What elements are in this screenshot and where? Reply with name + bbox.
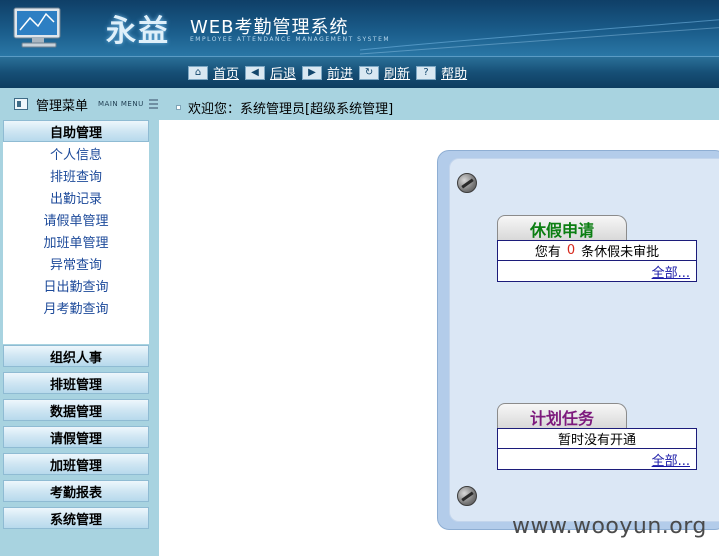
section-reports[interactable]: 考勤报表 [3, 480, 149, 502]
sidebar-title: 管理菜单 [36, 98, 89, 114]
plan-message-row: 暂时没有开通 [498, 429, 696, 449]
menu-icon [14, 98, 28, 110]
app-header: 永益 WEB考勤管理系统 EMPLOYEE ATTENDANCE MANAGEM… [0, 0, 719, 56]
sidebar-subtitle: MAIN MENU [98, 100, 144, 108]
arrow-right-icon: ▶ [302, 65, 323, 80]
leave-request-tab[interactable]: 休假申请 [497, 215, 627, 241]
submenu-item[interactable]: 出勤记录 [3, 189, 149, 211]
leave-request-box: 您有 0 条休假未审批 全部... [497, 240, 697, 282]
section-self-service[interactable]: 自助管理 [3, 120, 149, 142]
welcome-text: 欢迎您：系统管理员[超级系统管理] [188, 102, 394, 117]
submenu-item[interactable]: 月考勤查询 [3, 299, 149, 321]
leave-pending-count: 0 [566, 243, 576, 258]
section-data[interactable]: 数据管理 [3, 399, 149, 421]
plan-task-box: 暂时没有开通 全部... [497, 428, 697, 470]
screw-icon [457, 173, 477, 193]
watermark: www.wooyun.org [512, 514, 707, 539]
submenu-item[interactable]: 排班查询 [3, 167, 149, 189]
plan-view-all-link[interactable]: 全部... [652, 450, 690, 469]
sidebar-header: 管理菜单 MAIN MENU [0, 88, 159, 120]
leave-prefix: 您有 [534, 245, 561, 260]
section-scheduling[interactable]: 排班管理 [3, 372, 149, 394]
header-decoration [360, 19, 719, 55]
section-leave[interactable]: 请假管理 [3, 426, 149, 448]
self-service-submenu: 个人信息 排班查询 出勤记录 请假单管理 加班单管理 异常查询 日出勤查询 月考… [3, 142, 149, 344]
plan-task-tab[interactable]: 计划任务 [497, 403, 627, 429]
home-icon: ⌂ [188, 65, 208, 80]
leave-pending-row: 您有 0 条休假未审批 [498, 241, 696, 261]
leave-view-all-link[interactable]: 全部... [652, 262, 690, 281]
bullet-icon [176, 105, 181, 110]
help-link[interactable]: ? 帮助 [416, 63, 467, 82]
collapse-toggle-icon[interactable] [149, 99, 158, 109]
left-sidebar: 管理菜单 MAIN MENU 自助管理 个人信息 排班查询 出勤记录 请假单管理… [0, 88, 159, 556]
plan-message: 暂时没有开通 [557, 433, 636, 448]
section-system[interactable]: 系统管理 [3, 507, 149, 529]
submenu-item[interactable]: 个人信息 [3, 145, 149, 167]
plan-more-row: 全部... [498, 449, 696, 469]
help-icon: ? [416, 65, 437, 80]
section-organization[interactable]: 组织人事 [3, 345, 149, 367]
welcome-message: 欢迎您：系统管理员[超级系统管理] [176, 98, 393, 117]
arrow-left-icon: ◀ [245, 65, 266, 80]
top-navigation-bar: ⌂ 首页 ◀ 后退 ▶ 前进 ↻ 刷新 ? 帮助 [0, 56, 719, 88]
leave-more-row: 全部... [498, 261, 696, 281]
monitor-logo-icon [13, 7, 61, 48]
refresh-icon: ↻ [359, 65, 380, 80]
expanded-menu-section: 自助管理 个人信息 排班查询 出勤记录 请假单管理 加班单管理 异常查询 日出勤… [3, 120, 149, 344]
refresh-link[interactable]: ↻ 刷新 [359, 63, 410, 82]
submenu-item[interactable]: 异常查询 [3, 255, 149, 277]
brand-logo: 永益 [106, 14, 170, 49]
home-link[interactable]: ⌂ 首页 [188, 63, 239, 82]
forward-link[interactable]: ▶ 前进 [302, 63, 353, 82]
collapsed-sections: 组织人事 排班管理 数据管理 请假管理 加班管理 考勤报表 系统管理 [3, 345, 149, 534]
leave-suffix: 条休假未审批 [581, 245, 660, 260]
section-overtime[interactable]: 加班管理 [3, 453, 149, 475]
back-link[interactable]: ◀ 后退 [245, 63, 296, 82]
submenu-item[interactable]: 日出勤查询 [3, 277, 149, 299]
submenu-item[interactable]: 请假单管理 [3, 211, 149, 233]
submenu-item[interactable]: 加班单管理 [3, 233, 149, 255]
screw-icon [457, 486, 477, 506]
